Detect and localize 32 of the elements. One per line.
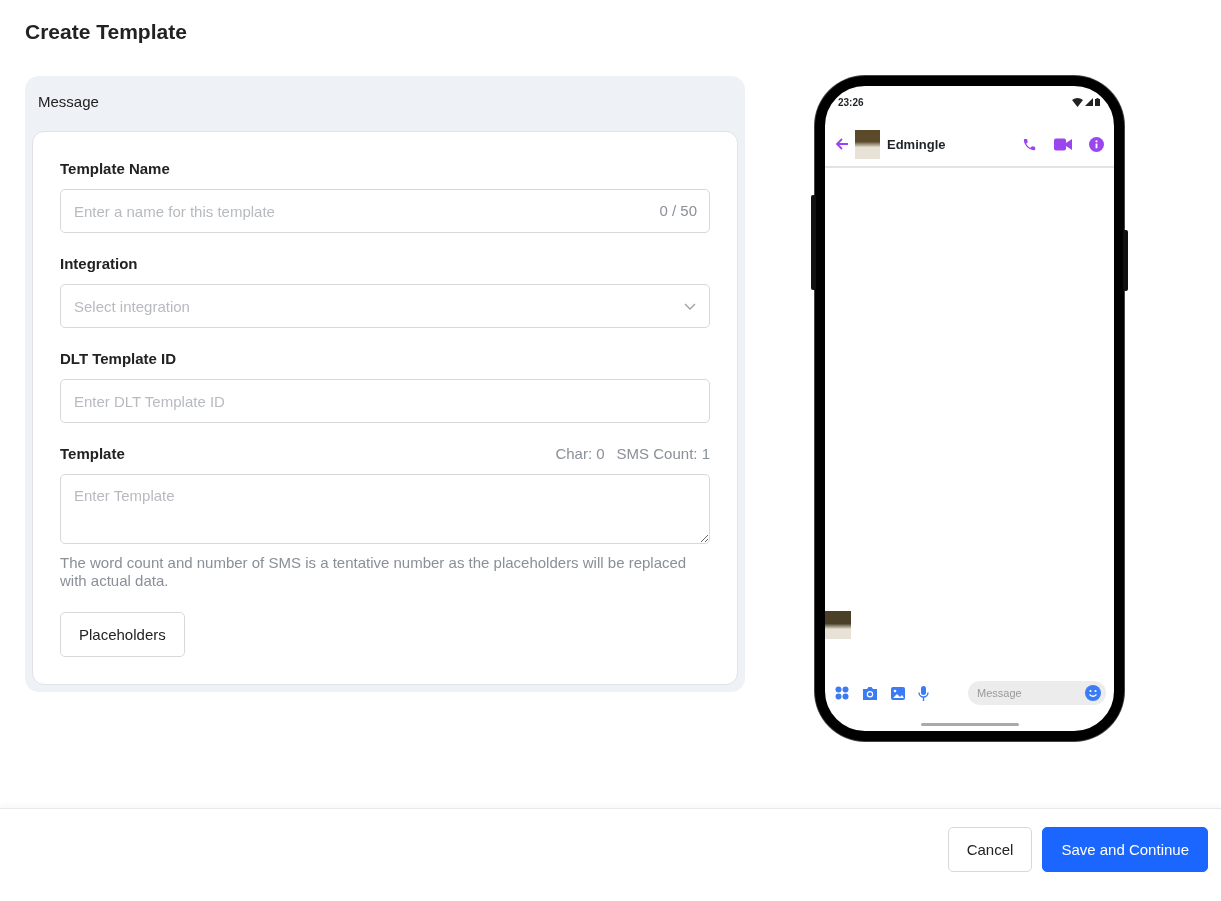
field-label: Integration	[60, 255, 138, 272]
signal-icon	[1085, 98, 1093, 106]
contact-name: Edmingle	[887, 136, 947, 152]
microphone-icon[interactable]	[918, 685, 929, 701]
status-time: 23:26	[838, 96, 864, 108]
image-icon[interactable]	[891, 686, 905, 700]
placeholders-button[interactable]: Placeholders	[60, 612, 185, 657]
info-icon[interactable]	[1089, 136, 1104, 152]
text-field[interactable]: Enter DLT Template ID	[60, 379, 710, 423]
field-label: Template Name	[60, 160, 170, 177]
video-camera-icon[interactable]	[1054, 137, 1072, 151]
smiley-icon[interactable]	[1085, 685, 1101, 701]
select-field[interactable]: Select integration	[60, 284, 710, 328]
camera-icon[interactable]	[862, 686, 878, 700]
avatar-photo-placeholder	[825, 611, 851, 639]
save-button[interactable]: Save and Continue	[1042, 827, 1208, 872]
field-label: Template	[60, 445, 125, 462]
card-title: Message	[37, 92, 100, 112]
template-textarea[interactable]: Enter Template	[60, 474, 710, 544]
avatar-photo-placeholder	[855, 129, 880, 159]
wifi-icon	[1072, 97, 1083, 107]
counter-text: SMS Count: 1	[616, 445, 710, 462]
help-text: The word count and number of SMS is a tentative number as the placeholders will be replaced with actual data.	[60, 554, 688, 590]
page-title: Create Template	[24, 19, 188, 45]
back-arrow-icon[interactable]	[835, 137, 849, 151]
field-label: DLT Template ID	[60, 350, 177, 367]
battery-icon	[1095, 98, 1100, 106]
cancel-button[interactable]: Cancel	[947, 827, 1033, 872]
counter-text: Char: 0	[555, 445, 605, 462]
phone-call-icon[interactable]	[1022, 136, 1037, 152]
character-counter: 0 / 50	[659, 202, 697, 219]
apps-grid-icon[interactable]	[835, 686, 849, 700]
